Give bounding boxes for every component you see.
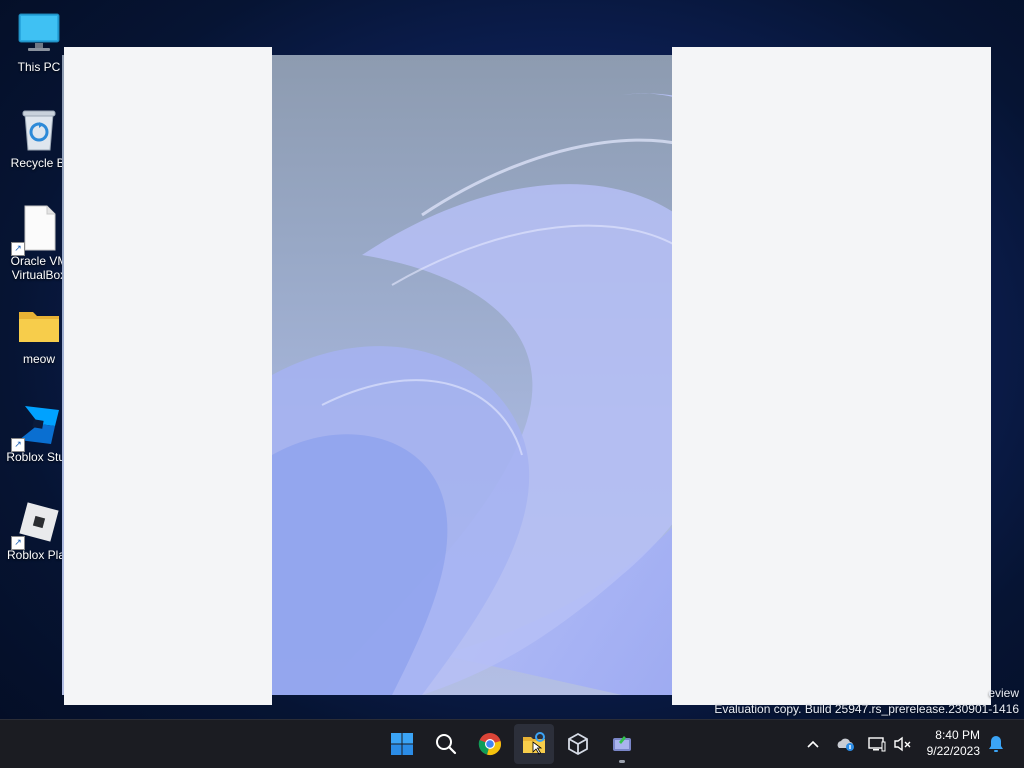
file-icon: ↗ xyxy=(11,204,63,256)
clock-date: 9/22/2023 xyxy=(926,744,980,758)
window-left-panel[interactable] xyxy=(64,47,272,705)
file-explorer-icon xyxy=(523,732,545,755)
show-hidden-icons-button[interactable] xyxy=(803,734,823,754)
chrome-taskbar-button[interactable] xyxy=(470,724,510,764)
search-button[interactable] xyxy=(426,724,466,764)
onedrive-icon xyxy=(837,738,854,751)
windows-start-icon xyxy=(391,733,413,755)
volume-muted-icon xyxy=(894,736,911,752)
notifications-button[interactable] xyxy=(986,734,1006,754)
monitor-icon xyxy=(15,10,63,58)
folder-icon xyxy=(15,302,63,350)
bell-icon xyxy=(989,736,1003,752)
chevron-up-icon xyxy=(807,740,819,748)
taskbar-clock[interactable]: 8:40 PM 9/22/2023 xyxy=(927,727,980,759)
start-button[interactable] xyxy=(382,724,422,764)
running-indicator xyxy=(619,760,625,763)
roblox-player-icon: ↗ xyxy=(11,498,63,550)
virtualbox-icon xyxy=(568,732,588,756)
network-tray-button[interactable] xyxy=(867,734,887,754)
shortcut-arrow-icon: ↗ xyxy=(11,536,25,550)
onedrive-tray-button[interactable] xyxy=(835,734,855,754)
virtualbox-taskbar-button[interactable] xyxy=(558,724,598,764)
app-icon xyxy=(613,736,631,751)
network-icon xyxy=(868,737,886,752)
chrome-icon xyxy=(478,733,501,755)
shortcut-arrow-icon: ↗ xyxy=(11,438,25,452)
shortcut-arrow-icon: ↗ xyxy=(11,242,25,256)
app-taskbar-button[interactable] xyxy=(602,724,642,764)
watermark-line2: Evaluation copy. Build 25947.rs_prerelea… xyxy=(714,702,1019,716)
volume-tray-button[interactable] xyxy=(893,734,913,754)
window-right-panel[interactable] xyxy=(672,47,991,705)
file-explorer-taskbar-button[interactable] xyxy=(514,724,554,764)
watermark-line1: eview xyxy=(988,686,1019,700)
clock-time: 8:40 PM xyxy=(935,728,980,742)
search-icon xyxy=(436,734,457,755)
roblox-studio-icon: ↗ xyxy=(11,400,63,452)
taskbar: 8:40 PM 9/22/2023 xyxy=(0,719,1024,768)
recycle-bin-icon xyxy=(15,106,63,154)
